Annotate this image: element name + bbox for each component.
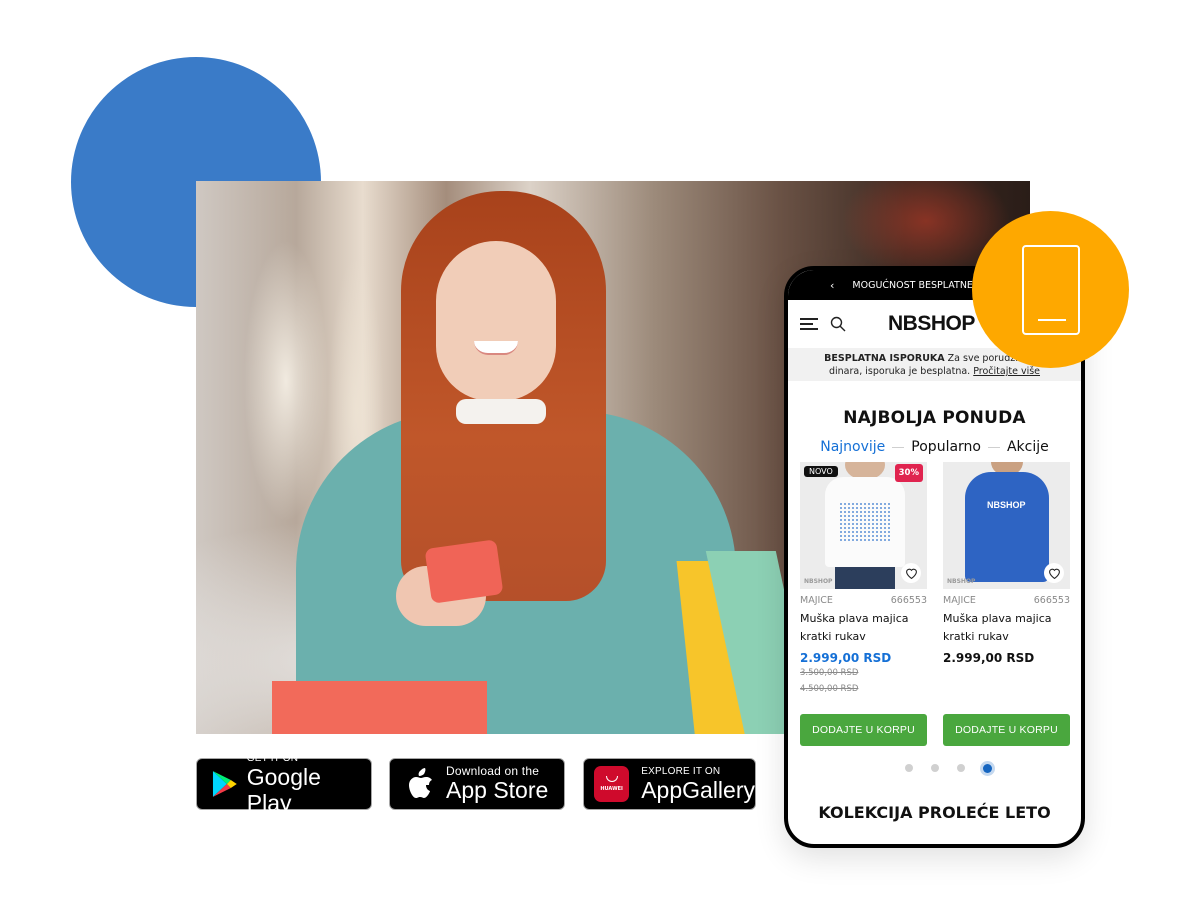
photo-phone — [424, 539, 504, 604]
photo-red-bag — [272, 681, 487, 734]
product-name[interactable]: Muška plava majica kratki rukav — [800, 610, 927, 646]
product-sku: 666553 — [1033, 595, 1070, 606]
add-to-cart-button[interactable]: DODAJTE U KORPU — [800, 714, 927, 746]
notice-text-2: dinara, isporuka je besplatna. — [828, 366, 974, 377]
badge-big-text: AppGallery — [641, 776, 755, 803]
badge-big-text: Google Play — [246, 763, 321, 816]
product-price: 2.999,00 RSD — [943, 651, 1035, 665]
hoodie-print: NBSHOP — [987, 500, 1026, 510]
tab-separator — [987, 446, 1000, 448]
badge-small-text: EXPLORE IT ON — [641, 765, 721, 777]
tab-najnovije[interactable]: Najnovije — [820, 439, 885, 455]
wishlist-button[interactable] — [901, 563, 921, 583]
product-category: MAJICE — [943, 595, 976, 606]
product-name-line2: kratki rukav — [800, 630, 866, 643]
product-list: NOVO 30% NBSHOP MAJICE 666553 Muška plav… — [788, 462, 1081, 697]
huawei-bag-arc — [605, 776, 618, 782]
hoodie-graphic — [965, 472, 1049, 582]
wishlist-button[interactable] — [1044, 563, 1064, 583]
photo-collar — [456, 399, 546, 424]
carousel-dots — [802, 764, 1081, 773]
app-store-badge[interactable]: Download on the App Store — [389, 758, 565, 810]
hamburger-menu-icon[interactable] — [800, 318, 818, 330]
collection-title: KOLEKCIJA PROLEĆE LETO — [818, 803, 1051, 822]
product-category: MAJICE — [800, 595, 833, 606]
heart-icon — [905, 568, 917, 579]
google-play-badge[interactable]: GET IT ON Google Play — [196, 753, 372, 816]
product-sku: 666553 — [890, 595, 927, 606]
heart-icon — [1048, 568, 1060, 579]
nbshop-logo[interactable]: NBSHOP — [888, 312, 975, 336]
old-price: 3.500,00 RSD — [800, 668, 859, 678]
tshirt-graphic — [825, 477, 905, 567]
product-name-line2: kratki rukav — [943, 630, 1009, 643]
tab-akcije[interactable]: Akcije — [1007, 439, 1049, 455]
appgallery-badge[interactable]: HUAWEI EXPLORE IT ON AppGallery — [583, 758, 756, 810]
new-badge: NOVO — [804, 466, 838, 477]
product-tabs: Najnovije Popularno Akcije — [788, 439, 1081, 455]
product-name-line1: Muška plava majica — [943, 612, 1052, 625]
smartphone-icon — [1021, 244, 1080, 335]
discount-badge: 30% — [894, 464, 923, 482]
watermark: NBSHOP — [804, 578, 833, 585]
product-card[interactable]: NOVO 30% NBSHOP MAJICE 666553 Muška plav… — [800, 462, 927, 697]
photo-face — [436, 241, 556, 401]
search-icon[interactable] — [830, 316, 846, 332]
product-image[interactable]: NOVO 30% NBSHOP — [800, 462, 927, 589]
badge-small-text: Download on the — [446, 763, 540, 778]
read-more-link[interactable]: Pročitajte više — [973, 366, 1040, 377]
product-card[interactable]: NBSHOP NBSHOP MAJICE 666553 Muška plava … — [943, 462, 1070, 697]
tab-popularno[interactable]: Popularno — [911, 439, 981, 455]
product-image[interactable]: NBSHOP NBSHOP — [943, 462, 1070, 589]
product-price: 2.999,00 RSD — [800, 651, 892, 665]
product-name-line1: Muška plava majica — [800, 612, 909, 625]
watermark: NBSHOP — [947, 578, 976, 585]
section-title: NAJBOLJA PONUDA — [843, 408, 1026, 428]
badge-big-text: App Store — [446, 776, 549, 803]
badge-small-text: GET IT ON — [246, 752, 299, 764]
decorative-orange-circle — [972, 211, 1129, 368]
product-meta: MAJICE 666553 — [800, 595, 927, 606]
notice-bold: BESPLATNA ISPORUKA — [824, 353, 945, 364]
chevron-left-icon[interactable]: ‹ — [830, 279, 834, 292]
carousel-dot-active[interactable] — [983, 764, 992, 773]
carousel-dot[interactable] — [931, 764, 939, 772]
huawei-icon: HUAWEI — [594, 766, 630, 802]
tab-separator — [892, 446, 905, 448]
carousel-dot[interactable] — [905, 764, 913, 772]
product-name[interactable]: Muška plava majica kratki rukav — [943, 610, 1070, 646]
jeans-graphic — [835, 567, 895, 589]
huawei-icon-text: HUAWEI — [600, 786, 623, 792]
add-to-cart-button[interactable]: DODAJTE U KORPU — [943, 714, 1070, 746]
apple-icon — [409, 768, 432, 798]
carousel-dot[interactable] — [957, 764, 965, 772]
product-meta: MAJICE 666553 — [943, 595, 1070, 606]
old-price: 4.500,00 RSD — [800, 684, 859, 694]
promo-topbar-text: MOGUĆNOST BESPLATNE IS — [852, 279, 985, 291]
google-play-icon — [212, 771, 237, 797]
